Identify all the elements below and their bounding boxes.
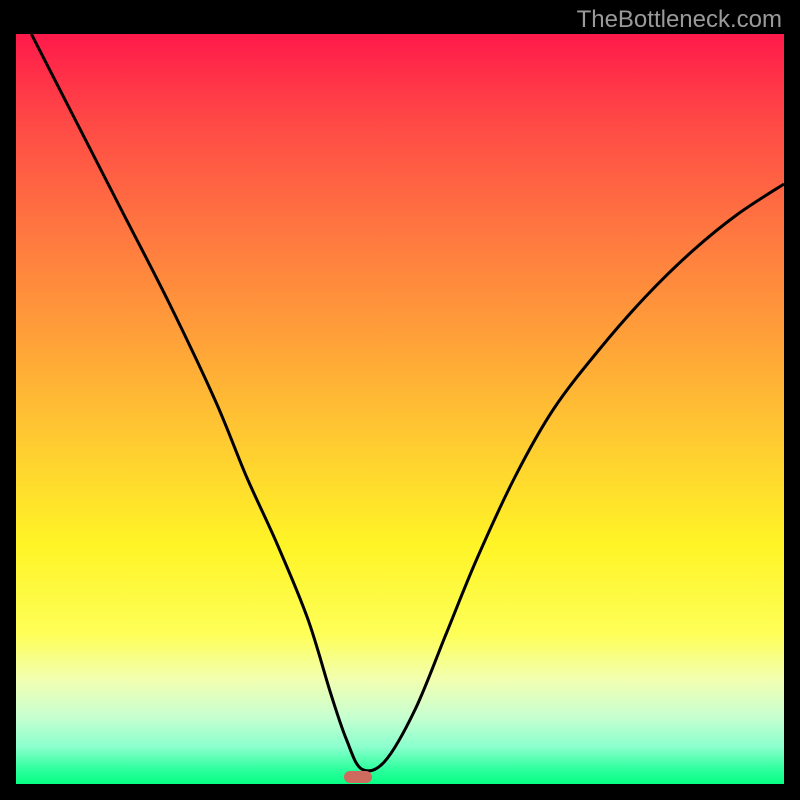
curve-svg bbox=[16, 34, 784, 784]
optimum-marker bbox=[344, 771, 372, 783]
bottleneck-curve bbox=[31, 34, 784, 771]
plot-area bbox=[16, 34, 784, 784]
chart-container: TheBottleneck.com bbox=[0, 0, 800, 800]
watermark-text: TheBottleneck.com bbox=[577, 6, 782, 34]
